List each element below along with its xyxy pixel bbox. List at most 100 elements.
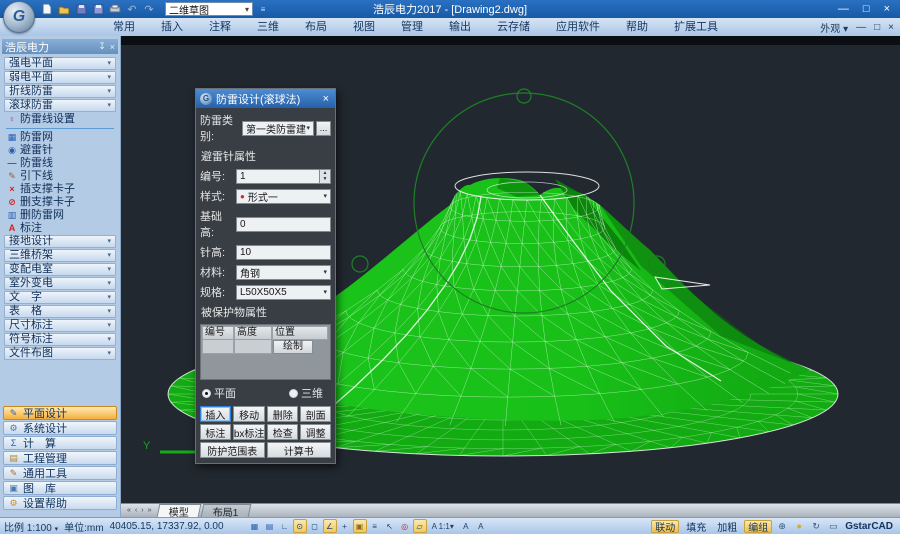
menu-help[interactable]: 帮助 — [613, 18, 661, 36]
save-icon[interactable] — [74, 3, 88, 16]
menu-express[interactable]: 扩展工具 — [661, 18, 731, 36]
spinner-down-icon[interactable]: ▼ — [323, 176, 328, 182]
base-height-input[interactable]: 0 — [236, 217, 331, 232]
tool-insert-clamp[interactable]: ×插支撑卡子 — [4, 183, 116, 196]
menu-view[interactable]: 视图 — [340, 18, 388, 36]
linkage-toggle[interactable]: 联动 — [651, 520, 679, 533]
selection-cursor-toggle[interactable]: ↖ — [383, 519, 397, 533]
category-select[interactable]: 第一类防雷建▾ — [242, 121, 314, 136]
dyn-toggle[interactable]: ▣ — [353, 519, 367, 533]
draw-button[interactable]: 绘制 — [273, 340, 313, 354]
menu-home[interactable]: 常用 — [100, 18, 148, 36]
app-logo[interactable]: G — [3, 1, 35, 33]
nav-calculation[interactable]: Σ计 算 — [3, 436, 117, 450]
appearance-dropdown[interactable]: 外观 ▾ — [820, 20, 848, 35]
prev-tab-icon[interactable]: ‹ — [135, 507, 137, 514]
connect-icon[interactable]: ⊕ — [775, 520, 789, 533]
nav-plan-design[interactable]: ✎平面设计 — [3, 406, 117, 420]
style-select[interactable]: ●形式一▾ — [236, 189, 331, 204]
tool-delete-net[interactable]: ▥删防雷网 — [4, 209, 116, 222]
tab-model[interactable]: 模型 — [156, 504, 201, 517]
number-input[interactable]: 1 — [236, 169, 320, 184]
nav-project-manage[interactable]: ▤工程管理 — [3, 451, 117, 465]
polar-toggle[interactable]: ⊙ — [293, 519, 307, 533]
menu-manage[interactable]: 管理 — [388, 18, 436, 36]
next-tab-icon[interactable]: › — [141, 507, 143, 514]
bx-annotate-button[interactable]: bx标注 — [233, 424, 266, 440]
sidebar-group-table[interactable]: 表 格▾ — [4, 305, 116, 318]
nav-library[interactable]: ▣图 库 — [3, 481, 117, 495]
material-select[interactable]: 角钢▾ — [236, 265, 331, 280]
tool-lightning-line[interactable]: —防雷线 — [4, 157, 116, 170]
3d-radio[interactable] — [289, 389, 298, 398]
sidebar-group-grounding[interactable]: 接地设计▾ — [4, 235, 116, 248]
menu-output[interactable]: 输出 — [436, 18, 484, 36]
needle-height-input[interactable]: 10 — [236, 245, 331, 260]
menu-apps[interactable]: 应用软件 — [543, 18, 613, 36]
insert-button[interactable]: 插入 — [200, 406, 231, 422]
screen-icon[interactable]: ▭ — [826, 520, 840, 533]
close-button[interactable]: × — [884, 3, 890, 15]
qat-menu-icon[interactable]: ≡ — [256, 3, 270, 16]
sync-icon[interactable]: ↻ — [809, 520, 823, 533]
section-button[interactable]: 剖面 — [300, 406, 331, 422]
sidebar-group-weak-power[interactable]: 弱电平面▾ — [4, 71, 116, 84]
move-button[interactable]: 移动 — [233, 406, 266, 422]
pin-icon[interactable]: ↧ — [98, 41, 106, 52]
workspace-select[interactable]: 二维草图 ▾ — [165, 2, 253, 16]
osnap-toggle[interactable]: ◻ — [308, 519, 322, 533]
bold-toggle[interactable]: 加粗 — [713, 520, 741, 533]
dialog-titlebar[interactable]: G 防雷设计(滚球法) × — [196, 89, 335, 108]
fill-toggle[interactable]: 填充 — [682, 520, 710, 533]
plot-icon[interactable] — [108, 3, 122, 16]
check-button[interactable]: 检查 — [267, 424, 298, 440]
maximize-button[interactable]: □ — [863, 3, 870, 15]
sidebar-group-rolling-ball[interactable]: 滚球防雷▾ — [4, 99, 116, 112]
paper-model-toggle[interactable]: ▱ — [413, 519, 427, 533]
sidebar-group-symbol-annotation[interactable]: 符号标注▾ — [4, 333, 116, 346]
annotate-button[interactable]: 标注 — [200, 424, 231, 440]
nav-system-design[interactable]: ⚙系统设计 — [3, 421, 117, 435]
table-cell[interactable] — [234, 340, 272, 354]
tool-delete-clamp[interactable]: ⊘删支撑卡子 — [4, 196, 116, 209]
plan-radio[interactable] — [202, 389, 211, 398]
calculation-book-button[interactable]: 计算书 — [267, 442, 332, 458]
palette-close-icon[interactable]: × — [110, 42, 115, 52]
new-file-icon[interactable] — [40, 3, 54, 16]
otrack-toggle[interactable]: ∠ — [323, 519, 337, 533]
ducs-toggle[interactable]: + — [338, 519, 352, 533]
dialog-close-icon[interactable]: × — [321, 93, 331, 105]
lineweight-toggle[interactable]: ≡ — [368, 519, 382, 533]
menu-insert[interactable]: 插入 — [148, 18, 196, 36]
annotation-scale-dropdown[interactable]: A 1:1 ▾ — [428, 519, 458, 533]
menu-annotate[interactable]: 注释 — [196, 18, 244, 36]
sidebar-group-strong-power[interactable]: 强电平面▾ — [4, 57, 116, 70]
first-tab-icon[interactable]: « — [127, 507, 131, 514]
tool-lightning-net[interactable]: ▦防雷网 — [4, 131, 116, 144]
number-spinner[interactable]: ▲▼ — [320, 169, 331, 184]
tool-lightning-line-settings[interactable]: ♀防雷线设置 — [4, 113, 116, 126]
undo-icon[interactable]: ↶ — [125, 3, 139, 16]
minimize-button[interactable]: — — [838, 3, 849, 15]
last-tab-icon[interactable]: » — [148, 507, 152, 514]
ortho-toggle[interactable]: ∟ — [278, 519, 292, 533]
sidebar-group-text[interactable]: 文 字▾ — [4, 291, 116, 304]
save-all-icon[interactable] — [91, 3, 105, 16]
tool-lightning-rod[interactable]: ◉避雷针 — [4, 144, 116, 157]
sidebar-group-dim-annotation[interactable]: 尺寸标注▾ — [4, 319, 116, 332]
tab-layout1[interactable]: 布局1 — [200, 504, 250, 517]
open-folder-icon[interactable] — [57, 3, 71, 16]
tool-annotate[interactable]: A标注 — [4, 222, 116, 235]
scale-dropdown[interactable]: 比例 1:100 ▾ — [4, 519, 58, 534]
delete-button[interactable]: 删除 — [267, 406, 298, 422]
nav-common-tools[interactable]: ✎通用工具 — [3, 466, 117, 480]
snap-toggle[interactable]: ▦ — [248, 519, 262, 533]
adjust-button[interactable]: 调整 — [300, 424, 331, 440]
spec-select[interactable]: L50X50X5▾ — [236, 285, 331, 300]
doc-minimize-button[interactable]: — — [856, 22, 866, 33]
table-cell[interactable] — [202, 340, 234, 354]
menu-3d[interactable]: 三维 — [244, 18, 292, 36]
sidebar-group-polyline-lightning[interactable]: 折线防雷▾ — [4, 85, 116, 98]
drawing-canvas[interactable]: YX G 防雷设计(滚球法) × 防雷类别: 第一类防雷建▾ ... 避雷针属性 — [121, 36, 900, 517]
group-toggle[interactable]: 编组 — [744, 520, 772, 533]
